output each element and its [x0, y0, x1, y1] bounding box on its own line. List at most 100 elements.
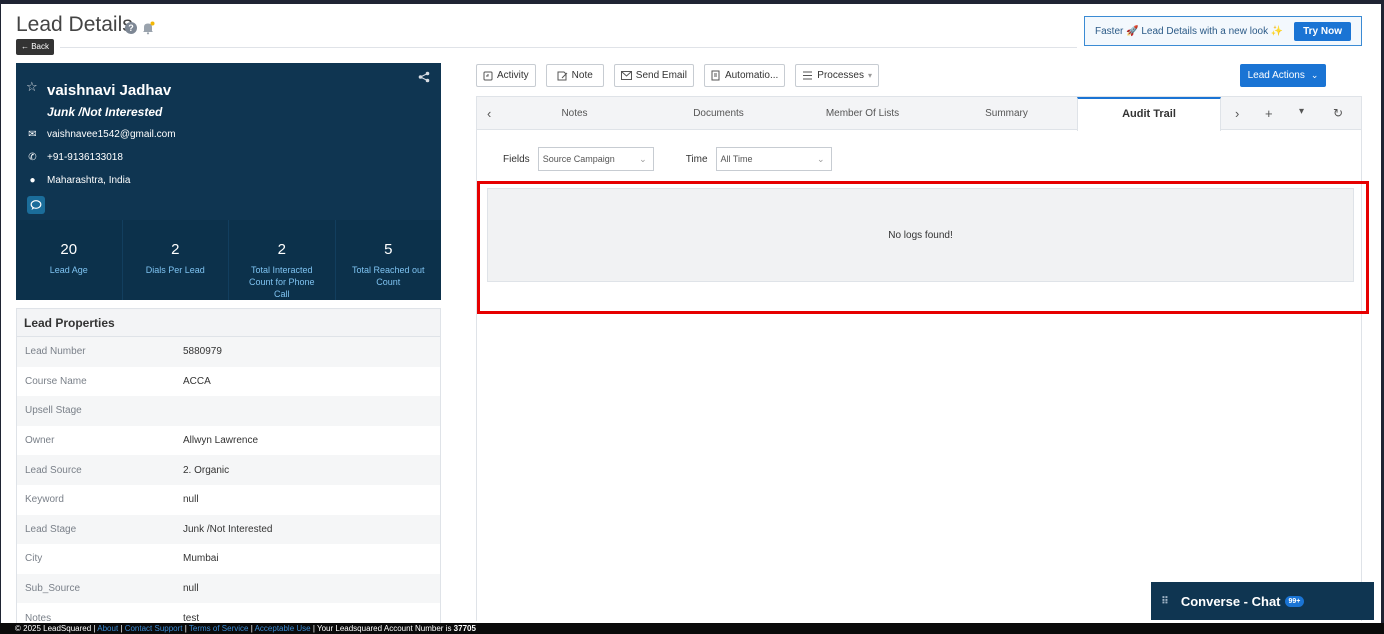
email-icon [620, 71, 632, 80]
chevron-down-icon: ▾ [867, 71, 872, 80]
stat-lead-age: 20 Lead Age [16, 220, 122, 300]
refresh-icon[interactable]: ↻ [1333, 106, 1343, 120]
processes-dropdown[interactable]: Processes ▾ [795, 64, 879, 87]
note-label: Note [571, 70, 593, 81]
processes-icon [803, 71, 813, 80]
notification-bell-icon[interactable] [141, 21, 155, 35]
footer-copyright: © 2025 LeadSquared | [15, 624, 98, 633]
send-email-button[interactable]: Send Email [613, 64, 694, 87]
email-row[interactable]: ✉ vaishnavee1542@gmail.com [27, 129, 176, 140]
lead-email[interactable]: vaishnavee1542@gmail.com [47, 129, 176, 140]
tab-audit-trail[interactable]: Audit Trail [1077, 97, 1221, 131]
contact-support-link[interactable]: Contact Support [125, 624, 183, 633]
property-value: Mumbai [183, 553, 219, 565]
share-icon[interactable] [418, 71, 430, 86]
phone-row[interactable]: ✆ +91-9136133018 [27, 152, 123, 163]
back-button[interactable]: ← Back [16, 39, 55, 55]
lead-name: vaishnavi Jadhav [47, 82, 172, 99]
highlight-box [477, 181, 1369, 314]
audit-filters: Fields Source Campaign ⌄ Time All Time ⌄ [503, 147, 832, 171]
stat-label: Total Reached out Count [351, 265, 425, 287]
tab-menu-chevron-icon[interactable]: ▾ [1299, 106, 1304, 117]
property-value: Junk /Not Interested [183, 523, 273, 535]
stat-label: Dials Per Lead [145, 265, 205, 275]
property-key: Lead Number [25, 346, 86, 358]
activity-button[interactable]: Activity [476, 64, 536, 87]
promo-text: Faster 🚀 Lead Details with a new look ✨ [1095, 25, 1284, 37]
automation-icon [711, 70, 720, 81]
lead-location: Maharashtra, India [47, 175, 131, 186]
chevron-down-icon: ⌄ [817, 153, 825, 164]
property-row: Upsell Stage [17, 396, 440, 426]
stat-value: 20 [60, 241, 78, 258]
stat-total-reached-out: 5 Total Reached out Count [334, 220, 441, 300]
terms-link[interactable]: Terms of Service [189, 624, 249, 633]
property-key: Upsell Stage [25, 405, 82, 417]
time-select[interactable]: All Time ⌄ [715, 147, 832, 171]
try-now-button[interactable]: Try Now [1294, 21, 1351, 41]
property-row: Owner Allwyn Lawrence [17, 426, 440, 456]
note-icon [557, 71, 568, 80]
account-text: | Your Leadsquared Account Number is [310, 624, 454, 633]
tab-member-of-lists[interactable]: Member Of Lists [805, 97, 920, 130]
converse-chat-label: Converse - Chat [1180, 593, 1281, 609]
favorite-star-icon[interactable]: ☆ [26, 79, 38, 95]
chevron-down-icon: ⌄ [639, 153, 647, 164]
property-key: City [25, 553, 43, 565]
automation-button[interactable]: Automatio... [703, 64, 786, 87]
property-value: test [183, 612, 200, 624]
stat-value: 5 [384, 241, 393, 258]
time-label: Time [685, 153, 708, 165]
property-row: Course Name ACCA [17, 367, 440, 397]
stat-label: Total Interacted Count for Phone Call [248, 265, 315, 299]
drag-handle-icon[interactable]: ⠿ [1161, 596, 1169, 607]
property-value: null [183, 583, 199, 595]
phone-icon: ✆ [28, 152, 37, 163]
lead-actions-button[interactable]: Lead Actions ⌄ [1240, 64, 1326, 87]
lead-properties-title: Lead Properties [17, 309, 440, 337]
location-row: ● Maharashtra, India [27, 175, 130, 186]
converse-chat-widget[interactable]: ⠿ Converse - Chat 99+ [1151, 582, 1374, 620]
page-title: Lead Details [16, 13, 133, 36]
fields-label: Fields [503, 153, 530, 165]
left-border [0, 0, 1, 634]
chat-icon[interactable] [27, 196, 45, 214]
chat-count-badge: 99+ [1284, 595, 1305, 607]
property-key: Owner [25, 435, 55, 447]
property-key: Notes [25, 612, 52, 624]
property-value: 5880979 [183, 346, 222, 358]
acceptable-use-link[interactable]: Acceptable Use [255, 624, 311, 633]
property-row: Lead Stage Junk /Not Interested [17, 514, 440, 545]
note-button[interactable]: Note [545, 64, 604, 87]
activity-icon [483, 71, 493, 80]
lead-actions-label: Lead Actions [1247, 70, 1305, 81]
stat-value: 2 [277, 241, 286, 258]
automation-label: Automatio... [724, 70, 779, 81]
tab-documents[interactable]: Documents [661, 97, 776, 130]
stat-dials-per-lead: 2 Dials Per Lead [121, 220, 228, 300]
tab-notes[interactable]: Notes [517, 97, 632, 130]
help-icon[interactable]: ? [125, 22, 137, 34]
property-value: ACCA [183, 375, 211, 387]
property-value: 2. Organic [183, 464, 230, 476]
lead-phone[interactable]: +91-9136133018 [47, 152, 123, 163]
page-footer: © 2025 LeadSquared | About | Contact Sup… [0, 623, 1384, 634]
tab-scroll-left-icon[interactable]: ‹ [487, 106, 491, 121]
tab-bar: ‹ Notes Documents Member Of Lists Summar… [477, 97, 1361, 131]
top-border [0, 0, 1384, 4]
fields-select[interactable]: Source Campaign ⌄ [537, 147, 654, 171]
property-row: Sub_Source null [17, 573, 440, 604]
stat-total-interacted: 2 Total Interacted Count for Phone Call [228, 220, 335, 300]
processes-label: Processes [817, 70, 864, 81]
property-row: Keyword null [17, 485, 440, 515]
property-row: Lead Source 2. Organic [17, 455, 440, 485]
property-key: Keyword [25, 494, 64, 506]
account-number: 37705 [453, 624, 476, 633]
tab-scroll-right-icon[interactable]: › [1235, 106, 1239, 121]
tab-summary[interactable]: Summary [949, 97, 1064, 130]
add-tab-icon[interactable]: + [1265, 106, 1273, 121]
property-row: Lead Number 5880979 [17, 337, 440, 367]
new-look-banner: Faster 🚀 Lead Details with a new look ✨ … [1084, 16, 1362, 46]
about-link[interactable]: About [97, 624, 118, 633]
lead-profile-card: ☆ vaishnavi Jadhav Junk /Not Interested … [16, 63, 441, 220]
